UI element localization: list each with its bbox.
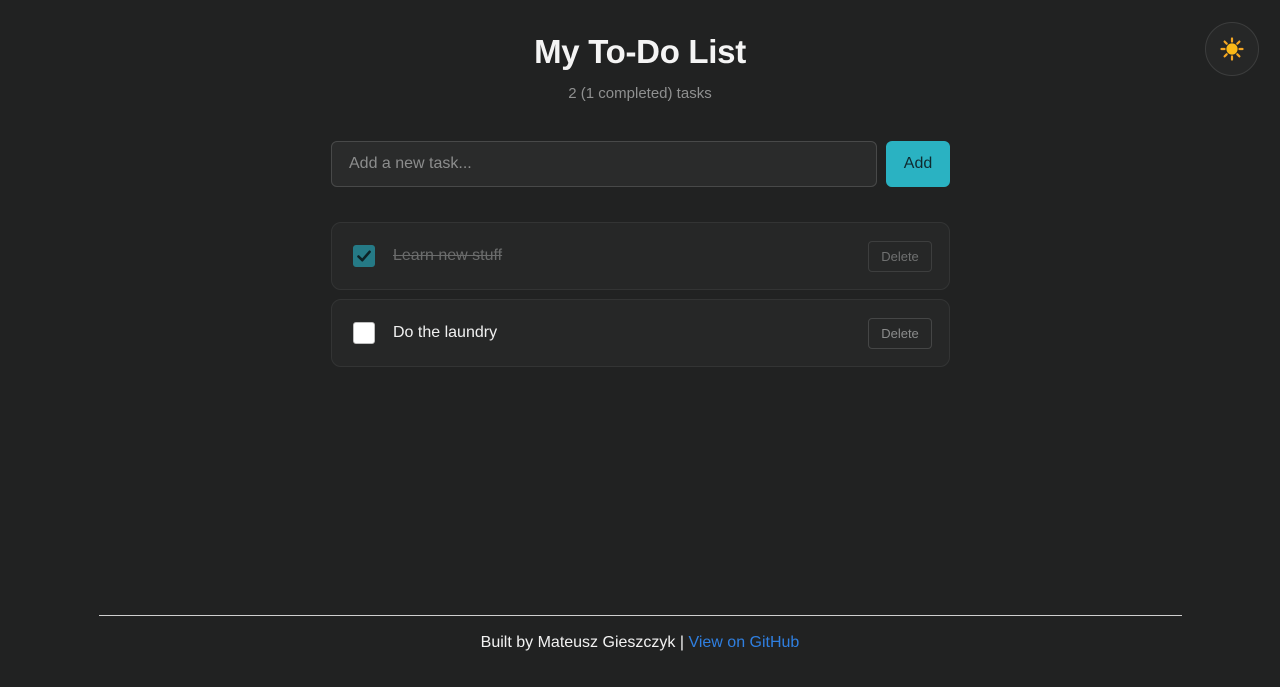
footer-credit: Built by Mateusz Gieszczyk | [480,634,684,651]
task-checkbox[interactable] [353,322,375,344]
delete-task-button[interactable]: Delete [868,241,932,272]
github-link[interactable]: View on GitHub [688,634,799,651]
task-count: 2 (1 completed) tasks [568,85,712,102]
new-task-input[interactable] [331,141,877,187]
checkmark-icon [357,250,371,262]
task-checkbox[interactable] [353,245,375,267]
task-item: Do the laundry Delete [331,299,950,367]
page-title: My To-Do List [534,33,746,70]
footer-divider [99,615,1182,616]
task-label: Learn new stuff [393,247,503,264]
footer: Built by Mateusz Gieszczyk | View on Git… [0,634,1280,652]
task-label: Do the laundry [393,324,498,341]
delete-task-button[interactable]: Delete [868,318,932,349]
task-item: Learn new stuff Delete [331,222,950,290]
task-list: Learn new stuff Delete Do the laundry De… [331,222,950,376]
add-task-button[interactable]: Add [886,141,950,187]
todo-app: My To-Do List 2 (1 completed) tasks Add … [0,0,1280,687]
